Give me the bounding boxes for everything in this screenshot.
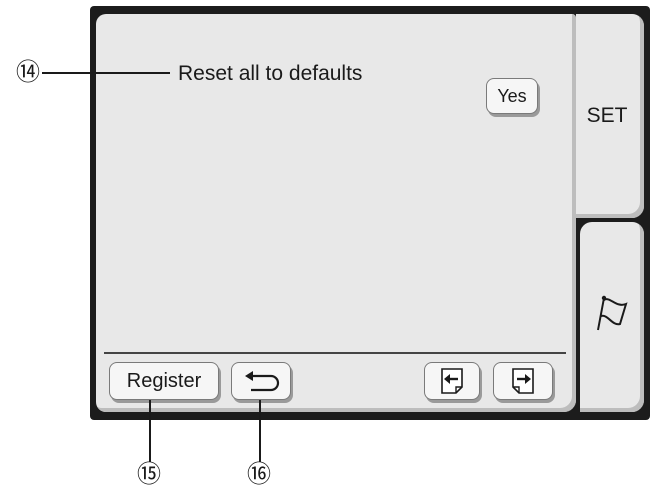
callout-15: ⑮ [137,460,161,488]
flag-icon [597,295,628,331]
register-button[interactable]: Register [109,362,219,400]
yes-button[interactable]: Yes [486,78,538,114]
yes-button-label: Yes [497,85,527,106]
page-next-icon [512,368,534,394]
callout-16: ⑯ [247,460,271,488]
return-arrow-icon [245,371,280,392]
reset-defaults-label: Reset all to defaults [178,62,363,85]
divider [104,352,566,354]
page-next-button[interactable] [493,362,553,400]
tab-set-label: SET [586,104,628,127]
callout-14-line [42,72,170,74]
callout-15-line [149,400,151,462]
tab-set[interactable]: SET [576,14,644,218]
register-button-label: Register [126,369,202,392]
callout-14: ⑭ [16,58,40,86]
page-prev-button[interactable] [424,362,480,400]
page-prev-icon [441,368,463,394]
back-button[interactable] [231,362,291,400]
tab-flag[interactable] [580,222,644,412]
callout-16-line [259,400,261,462]
